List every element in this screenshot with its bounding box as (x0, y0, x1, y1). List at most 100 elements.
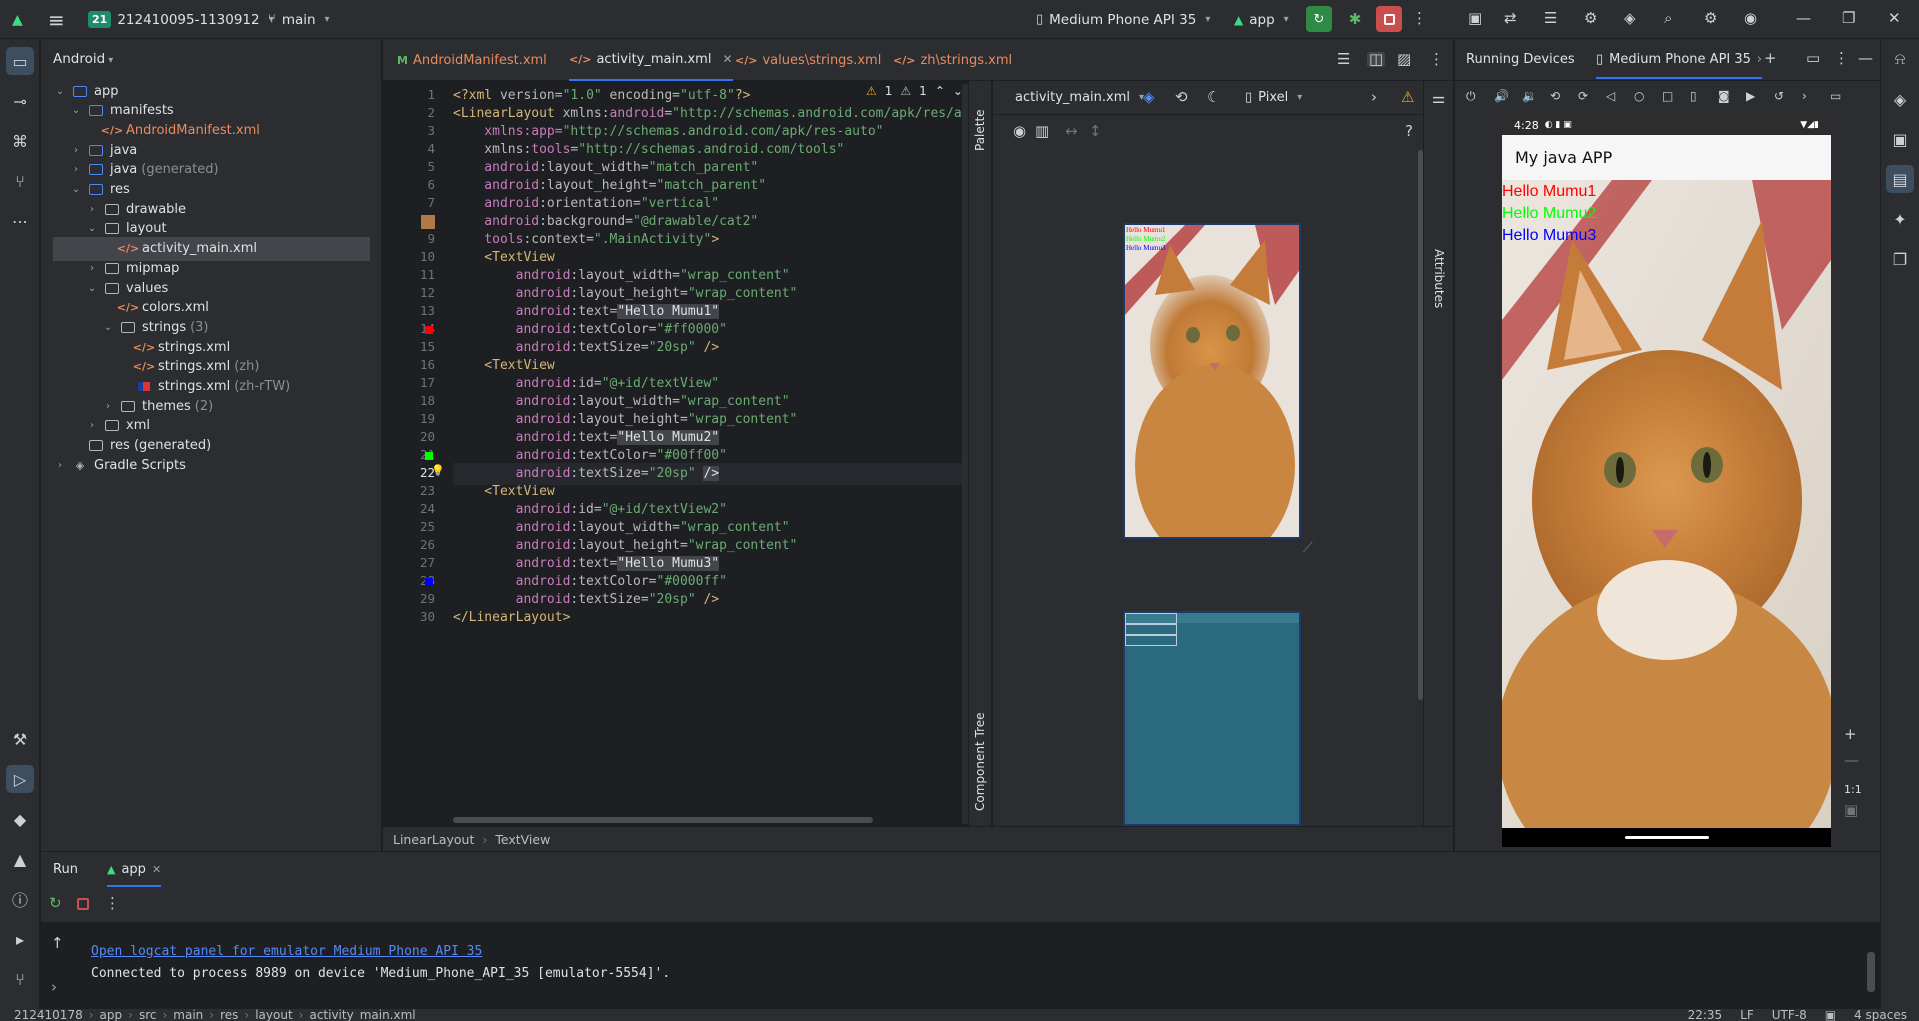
tab-options-button[interactable]: ⋮ (1429, 52, 1444, 67)
horizontal-scrollbar[interactable] (453, 817, 873, 823)
terminal-button[interactable]: ▸ (6, 925, 34, 953)
line-number[interactable]: 5 (383, 159, 435, 174)
chevron-down-icon[interactable]: ⌄ (53, 86, 67, 97)
account-button[interactable]: ◉ (1744, 11, 1757, 26)
search-button[interactable]: ⌕ (1664, 11, 1672, 26)
attributes-tab[interactable]: Attributes (1432, 249, 1446, 308)
build-tool-button[interactable]: ⚒ (6, 725, 34, 753)
device-preview-selector[interactable]: ▯ Pixel ▾ (1245, 90, 1302, 105)
volume-down-button[interactable]: 🔉 (1522, 90, 1537, 102)
line-number[interactable]: 25 (383, 519, 435, 534)
line-number[interactable]: 10 (383, 249, 435, 264)
sdk-manager-button[interactable]: ⚙ (1584, 11, 1597, 26)
gradle-button[interactable]: ◈ (1624, 11, 1636, 26)
zoom-in-button[interactable]: + (1844, 727, 1857, 742)
pull-requests-button[interactable]: ⑂ (6, 167, 34, 195)
chevron-down-icon[interactable]: ⌄ (85, 223, 99, 234)
app-quality-button[interactable]: ◆ (6, 805, 34, 833)
line-number[interactable]: 2 (383, 105, 435, 120)
home-indicator[interactable] (1625, 836, 1709, 839)
layout-preview[interactable]: Hello Mumu1 Hello Mumu2 Hello Mumu3 (1123, 223, 1301, 539)
line-number[interactable]: 18 (383, 393, 435, 408)
rerun-button[interactable]: ↻ (1306, 6, 1332, 32)
expand-button[interactable]: › (51, 980, 57, 995)
line-number[interactable]: 4 (383, 141, 435, 156)
tab-androidmanifest[interactable]: M AndroidManifest.xml (397, 39, 547, 81)
chevron-down-icon[interactable]: ⌄ (69, 184, 83, 195)
main-menu-button[interactable]: ≡ (48, 0, 65, 39)
chevron-right-icon[interactable]: › (85, 420, 99, 431)
project-tool-button[interactable]: ▭ (6, 47, 34, 75)
line-number[interactable]: 7 (383, 195, 435, 210)
line-number[interactable]: 1 (383, 87, 435, 102)
line-number[interactable]: 23 (383, 483, 435, 498)
gemini-button[interactable]: ✦ (1886, 205, 1914, 233)
run-config-tab[interactable]: ▲ app ✕ (107, 862, 162, 887)
device-manager-button[interactable]: ▣ (1468, 11, 1482, 26)
file-encoding[interactable]: UTF-8 (1772, 1009, 1807, 1021)
running-devices-tool-button[interactable]: ▤ (1886, 165, 1914, 193)
line-number[interactable]: 20 (383, 429, 435, 444)
close-tab-icon[interactable]: ✕ (152, 863, 161, 876)
more-tools-button[interactable]: ⋯ (6, 207, 34, 235)
device-selector[interactable]: ▯ Medium Phone API 35 ▾ (1036, 0, 1210, 39)
palette-tab[interactable]: Palette (973, 109, 987, 151)
chevron-right-icon[interactable]: › (53, 460, 67, 471)
blueprint-textview-1[interactable] (1125, 613, 1177, 624)
line-number[interactable]: 17 (383, 375, 435, 390)
window-button[interactable]: ▭ (1830, 90, 1841, 102)
gradle-tool-button[interactable]: ◈ (1886, 85, 1914, 113)
chevron-up-icon[interactable]: ⌃ (935, 84, 945, 98)
camera-button[interactable]: ◙ (1718, 90, 1730, 102)
scroll-up-button[interactable]: ↑ (51, 936, 64, 951)
tab-values-strings[interactable]: </> values\strings.xml (735, 39, 881, 81)
chevron-down-icon[interactable]: ⌄ (101, 322, 115, 333)
chevron-down-icon[interactable]: ⌄ (85, 283, 99, 294)
help-button[interactable]: ? (1405, 124, 1413, 139)
reset-button[interactable]: ↺ (1774, 90, 1784, 102)
blueprint-preview[interactable] (1123, 611, 1301, 826)
line-number[interactable]: 6 (383, 177, 435, 192)
chevron-right-icon[interactable]: › (85, 204, 99, 215)
night-mode-button[interactable]: ☾ (1207, 90, 1220, 105)
device-tab[interactable]: ▯ Medium Phone API 35 › (1596, 52, 1763, 79)
add-device-button[interactable]: + (1764, 51, 1777, 66)
apply-changes-button[interactable]: ⇄ (1504, 11, 1517, 26)
close-tab-icon[interactable]: ✕ (722, 52, 732, 66)
line-number[interactable]: 29 (383, 591, 435, 606)
home-button[interactable]: ○ (1634, 90, 1644, 102)
indent-setting[interactable]: 4 spaces (1854, 1009, 1907, 1021)
inspection-widget[interactable]: ⚠ 1 ⚠ 1 ⌃ ⌄ (866, 84, 963, 98)
breadcrumb-item[interactable]: LinearLayout (393, 832, 474, 847)
attributes-toggle[interactable]: ⚌ (1432, 91, 1445, 106)
design-view-button[interactable]: ▨ (1397, 52, 1411, 67)
notifications-button[interactable]: ⍾ (1886, 45, 1914, 73)
app-content[interactable]: Hello Mumu1 Hello Mumu2 Hello Mumu3 (1502, 180, 1831, 828)
tree-item[interactable]: › ◈ Gradle Scripts (41, 453, 382, 477)
zoom-actual-button[interactable]: 1:1 (1844, 783, 1862, 796)
issues-button[interactable]: ⚠ (1401, 90, 1414, 105)
commit-tool-button[interactable]: ⊸ (6, 87, 34, 115)
path-crumb[interactable]: 212410178 (14, 1009, 83, 1021)
chevron-right-icon[interactable]: › (85, 263, 99, 274)
emulator-screen[interactable]: 4:28 ◐ ▮ ▣ ▼◢▮ My java APP Hello Mumu1 Hell… (1502, 115, 1831, 847)
component-tree-tab[interactable]: Component Tree (973, 713, 987, 811)
blueprint-button[interactable]: ▥ (1035, 124, 1049, 139)
orientation-button[interactable]: ⟲ (1175, 90, 1188, 105)
hide-panel-button[interactable]: — (1858, 51, 1873, 66)
device-explorer-button[interactable]: ❐ (1886, 245, 1914, 273)
tab-activity-main[interactable]: </> activity_main.xml ✕ (569, 39, 733, 81)
code-line[interactable]: </LinearLayout> (453, 607, 963, 629)
tab-zh-strings[interactable]: </> zh\strings.xml (893, 39, 1012, 81)
debug-button[interactable]: ✱ (1342, 6, 1368, 32)
git-button[interactable]: ⑂ (6, 965, 34, 993)
color-swatch-icon[interactable] (425, 452, 433, 460)
path-crumb[interactable]: res (220, 1009, 238, 1021)
line-number[interactable]: 30 (383, 609, 435, 624)
image-preview-icon[interactable] (421, 215, 435, 229)
chevron-right-icon[interactable]: › (69, 164, 83, 175)
preview-text[interactable]: Hello Mumu2 (1126, 235, 1166, 243)
overview-button[interactable]: □ (1662, 90, 1673, 102)
readonly-icon[interactable]: ▣ (1825, 1009, 1836, 1021)
minimize-button[interactable]: — (1796, 11, 1811, 26)
